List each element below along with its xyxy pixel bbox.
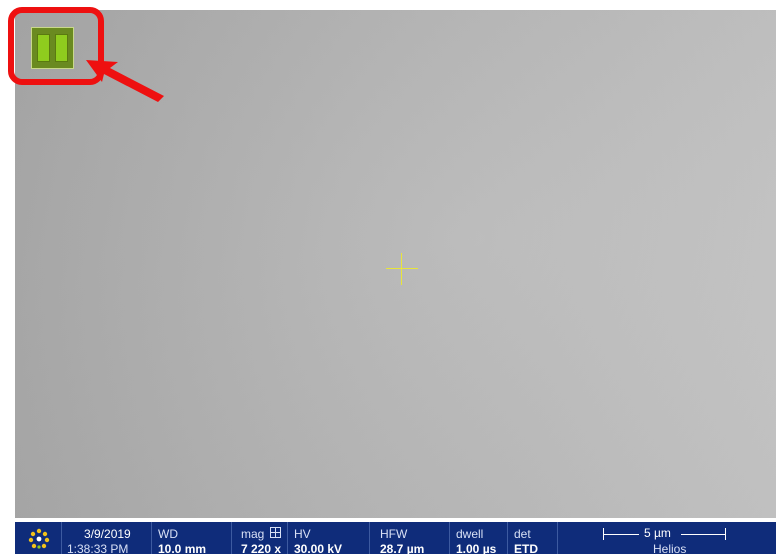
scale-bar-right: [681, 534, 725, 535]
scale-bar-right-tick: [725, 528, 726, 540]
hfw-cell: HFW 28.7 µm: [369, 522, 449, 554]
logo-cell: [15, 522, 61, 554]
sem-application: 3/9/2019 1:38:33 PM WD 10.0 mm mag 7 220…: [0, 0, 776, 554]
dwell-label: dwell: [456, 527, 484, 541]
scale-label: 5 µm: [644, 526, 671, 540]
scale-bar-left: [603, 534, 639, 535]
instrument-name: Helios: [653, 542, 687, 554]
dwell-value: 1.00 µs: [456, 542, 497, 554]
det-value: ETD: [514, 542, 538, 554]
mag-cell: mag 7 220 x: [231, 522, 287, 554]
arrow-icon: [86, 60, 164, 102]
hv-value: 30.00 kV: [294, 542, 343, 554]
datetime-cell: 3/9/2019 1:38:33 PM: [61, 522, 151, 554]
wd-value: 10.0 mm: [158, 542, 207, 554]
scale-cell: 5 µm Helios: [557, 522, 776, 554]
mag-value: 7 220 x: [241, 542, 282, 554]
hfw-label: HFW: [380, 527, 408, 541]
date-text: 3/9/2019: [84, 527, 131, 541]
hfw-value: 28.7 µm: [380, 542, 425, 554]
crosshair-icon: [386, 253, 418, 285]
grid-icon: [270, 527, 281, 538]
hv-cell: HV 30.00 kV: [287, 522, 369, 554]
fei-logo-icon: [28, 528, 50, 549]
status-bar: 3/9/2019 1:38:33 PM WD 10.0 mm mag 7 220…: [15, 522, 776, 554]
wd-cell: WD 10.0 mm: [151, 522, 231, 554]
det-cell: det ETD: [507, 522, 557, 554]
time-text: 1:38:33 PM: [67, 542, 129, 554]
wd-label: WD: [158, 527, 178, 541]
mag-label: mag: [241, 527, 265, 541]
dwell-cell: dwell 1.00 µs: [449, 522, 507, 554]
det-label: det: [514, 527, 531, 541]
hv-label: HV: [294, 527, 311, 541]
